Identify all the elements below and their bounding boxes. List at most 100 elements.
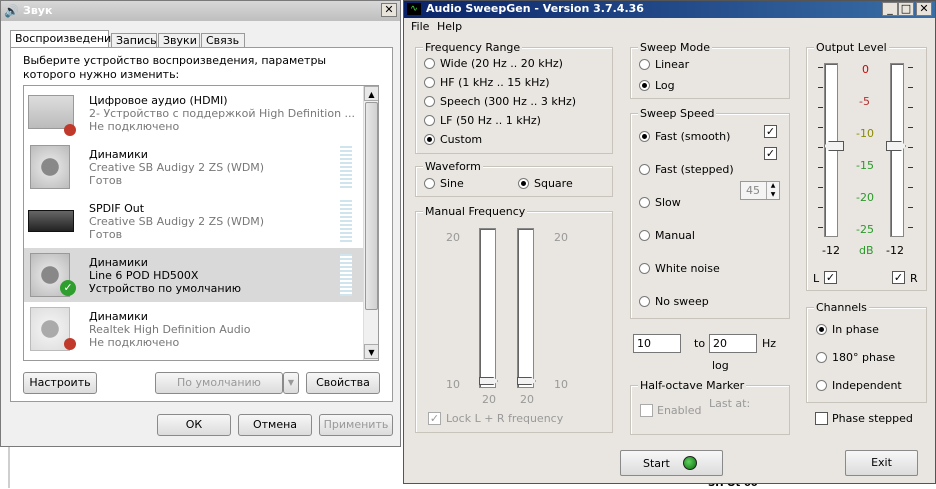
sweep-log-radio[interactable] — [639, 80, 650, 91]
speed-slow-radio[interactable] — [639, 197, 650, 208]
device-row[interactable]: Динамики Realtek High Definition Audio Н… — [24, 302, 364, 356]
output-scale-label: -10 — [856, 127, 874, 140]
level-meter — [340, 254, 352, 296]
phase-stepped-label: Phase stepped — [832, 412, 913, 425]
device-row-selected[interactable]: ✓ Динамики Line 6 POD HD500X Устройство … — [24, 248, 364, 302]
fast-stepped-checkbox[interactable]: ✓ — [764, 147, 777, 160]
sound-title: Звук — [23, 4, 53, 17]
output-left-tick — [818, 147, 823, 148]
sound-titlebar: 🔊 Звук ✕ — [1, 1, 400, 21]
device-row[interactable]: Цифровое аудио (HDMI) 2- Устройство с по… — [24, 86, 364, 140]
speed-no-sweep-radio[interactable] — [639, 296, 650, 307]
set-default-dropdown[interactable]: ▼ — [283, 372, 299, 394]
device-row[interactable]: SPDIF Out Creative SB Audigy 2 ZS (WDM) … — [24, 194, 364, 248]
sound-close-button[interactable]: ✕ — [381, 3, 397, 17]
freq-custom-radio[interactable] — [424, 134, 435, 145]
configure-button[interactable]: Настроить — [23, 372, 97, 394]
freq-wide-radio[interactable] — [424, 58, 435, 69]
instruction-text: Выберите устройство воспроизведения, пар… — [23, 54, 327, 81]
speed-manual-radio[interactable] — [639, 230, 650, 241]
minimize-button[interactable]: _ — [882, 2, 898, 16]
device-status: Не подключено — [89, 120, 180, 133]
output-left-channel-label: L — [813, 272, 820, 285]
half-octave-last-at: Last at: — [709, 397, 751, 410]
menu-help[interactable]: Help — [437, 20, 462, 33]
manual-freq-left-slider[interactable] — [479, 228, 496, 388]
channels-180-phase-radio[interactable] — [816, 352, 827, 363]
apply-button[interactable]: Применить — [319, 414, 393, 436]
output-right-tick — [908, 167, 913, 168]
fast-smooth-checkbox[interactable]: ✓ — [764, 125, 777, 138]
menu-file[interactable]: File — [411, 20, 429, 33]
status-led-icon — [683, 456, 697, 470]
channels-independent-radio[interactable] — [816, 380, 827, 391]
waveform-app-icon: ∿ — [407, 3, 421, 15]
device-row[interactable]: Динамики Creative SB Audigy 2 ZS (WDM) Г… — [24, 140, 364, 194]
manual-scale-top-left: 20 — [446, 231, 460, 244]
freq-speech-label: Speech (300 Hz .. 3 kHz) — [440, 95, 577, 108]
freq-lf-radio[interactable] — [424, 115, 435, 126]
ok-button[interactable]: ОК — [157, 414, 231, 436]
cancel-button[interactable]: Отмена — [238, 414, 312, 436]
tab-communications[interactable]: Связь — [201, 33, 245, 48]
speed-fast-stepped-label: Fast (stepped) — [655, 163, 734, 176]
speaker-device-icon — [30, 145, 70, 189]
output-right-checkbox[interactable]: ✓ — [892, 271, 905, 284]
range-to-input[interactable]: 20 — [709, 334, 757, 353]
tab-recording[interactable]: Запись — [111, 33, 157, 48]
half-octave-enabled-checkbox[interactable] — [640, 404, 653, 417]
manual-freq-right-slider[interactable] — [517, 228, 534, 388]
speed-fast-smooth-radio[interactable] — [639, 131, 650, 142]
output-left-checkbox[interactable]: ✓ — [824, 271, 837, 284]
manual-frequency-group — [415, 211, 613, 433]
freq-speech-radio[interactable] — [424, 96, 435, 107]
close-button[interactable]: ✕ — [916, 2, 932, 16]
spin-up-icon[interactable]: ▲ — [766, 182, 779, 190]
channels-in-phase-radio[interactable] — [816, 324, 827, 335]
phase-stepped-checkbox[interactable] — [815, 412, 828, 425]
speed-fast-stepped-radio[interactable] — [639, 164, 650, 175]
device-status: Готов — [89, 174, 123, 187]
spdif-device-icon — [28, 210, 74, 232]
disconnected-icon — [64, 124, 76, 136]
half-octave-group — [630, 385, 790, 435]
step-spinbox[interactable]: 45 ▲ ▼ — [740, 181, 780, 200]
sweep-linear-radio[interactable] — [639, 59, 650, 70]
range-from-input[interactable]: 10 — [633, 334, 681, 353]
speed-slow-label: Slow — [655, 196, 681, 209]
set-default-button[interactable]: По умолчанию — [155, 372, 283, 394]
waveform-sine-radio[interactable] — [424, 178, 435, 189]
sweep-mode-group — [630, 47, 790, 99]
output-level-label: Output Level — [814, 41, 889, 54]
scroll-thumb[interactable] — [365, 102, 378, 310]
sweep-log-label: Log — [655, 79, 675, 92]
sweep-speed-label: Sweep Speed — [638, 107, 717, 120]
half-octave-label: Half-octave Marker — [638, 379, 747, 392]
properties-button[interactable]: Свойства — [306, 372, 380, 394]
range-from-value: 10 — [637, 337, 651, 350]
freq-hf-radio[interactable] — [424, 77, 435, 88]
device-status: Не подключено — [89, 336, 180, 349]
lock-lr-checkbox[interactable]: ✓ — [428, 412, 441, 425]
scroll-up-icon[interactable]: ▲ — [364, 86, 378, 101]
speed-white-noise-label: White noise — [655, 262, 720, 275]
output-scale-label: -5 — [859, 95, 870, 108]
tab-sounds[interactable]: Звуки — [158, 33, 200, 48]
sweepgen-window: ∿ Audio SweepGen - Version 3.7.4.36 _ □ … — [403, 0, 936, 484]
start-label: Start — [643, 457, 670, 470]
scroll-down-icon[interactable]: ▼ — [364, 344, 378, 359]
output-db-label: dB — [859, 244, 874, 257]
channels-in-phase-label: In phase — [832, 323, 879, 336]
spin-down-icon[interactable]: ▼ — [766, 190, 779, 199]
output-right-tick — [908, 187, 913, 188]
speed-white-noise-radio[interactable] — [639, 263, 650, 274]
tab-playback[interactable]: Воспроизведение — [10, 30, 118, 48]
lock-lr-label: Lock L + R frequency — [446, 412, 564, 425]
exit-button[interactable]: Exit — [845, 450, 918, 476]
device-list-scrollbar[interactable]: ▲ ▼ — [363, 86, 378, 360]
start-button[interactable]: Start — [620, 450, 723, 476]
level-meter — [340, 200, 352, 242]
waveform-square-radio[interactable] — [518, 178, 529, 189]
device-name: Динамики — [89, 256, 148, 269]
maximize-button[interactable]: □ — [898, 2, 914, 16]
